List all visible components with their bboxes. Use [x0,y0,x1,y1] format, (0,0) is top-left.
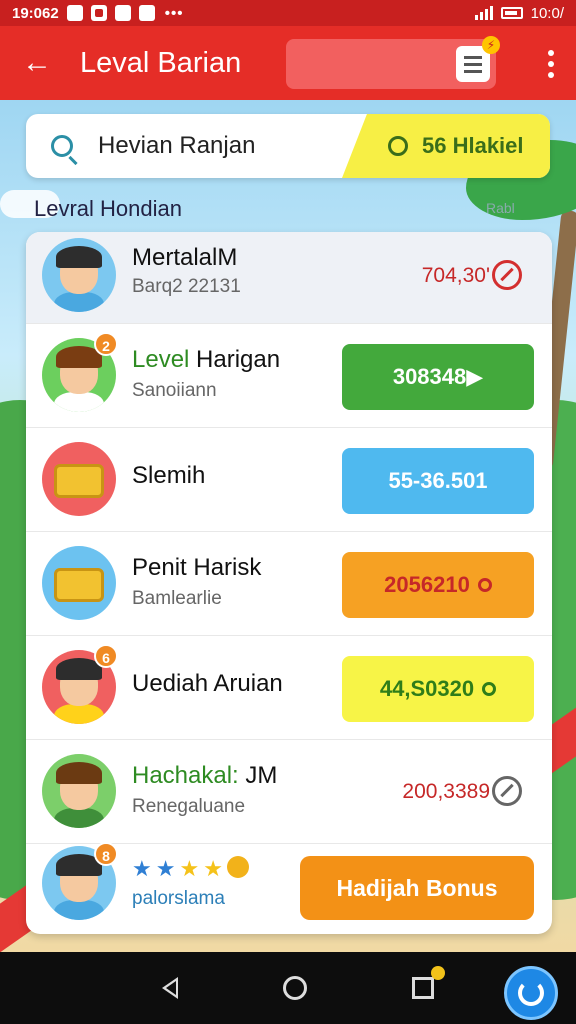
list-item[interactable]: Slemih 55-36.501 [26,428,552,532]
back-icon[interactable] [162,977,179,999]
item-name: Uediah Aruian [132,670,283,697]
section-title: Levral Hondian [34,196,182,221]
signal-icon [474,6,493,20]
play-icon: ▶ [466,364,484,389]
more-notifications: ••• [164,4,184,22]
item-name: Level Harigan [132,346,281,373]
refresh-icon[interactable] [504,966,558,1020]
item-value: 704,30' [421,264,490,287]
value-button[interactable]: 55-36.501 [342,448,534,514]
block-icon[interactable] [492,260,522,290]
battery-icon [500,7,523,19]
app-bar: ← Leval Barian ⚡ [0,26,576,100]
list-item[interactable]: MertalalM Barq2 22131 704,30' [26,232,552,324]
list-item[interactable]: Penit Harisk Bamlearlie 2056210 [26,532,552,636]
search-badge-label: 56 Hlakiel [422,133,524,158]
search-badge[interactable]: 56 Hlakiel [342,114,550,178]
level-list: MertalalM Barq2 22131 704,30' 2 Level Ha… [26,232,552,934]
value-button[interactable]: 308348 ▶ [342,344,534,410]
notification-badge: 8 [94,842,118,866]
status-bar: 19:062 ••• 10:0/ [0,0,576,26]
document-icon[interactable]: ⚡ [456,36,500,82]
avatar [42,546,116,620]
list-item[interactable]: Hachakal: JM Renegaluane 200,3389 [26,740,552,844]
search-bar[interactable]: Hevian Ranjan 56 Hlakiel [26,114,550,178]
avatar [42,238,116,312]
circle-icon [477,578,492,592]
circle-icon [482,682,497,696]
item-subtitle: palorslama [132,888,225,909]
item-value: 200,3389 [402,780,490,803]
notification-badge: 6 [94,644,118,668]
list-item[interactable]: 6 Uediah Aruian 44,S0320 [26,636,552,740]
list-item[interactable]: 2 Level Harigan Sanoiiann 308348 ▶ [26,324,552,428]
section-link[interactable]: Rabl [486,200,515,216]
status-clock: 10:0/ [530,4,564,22]
notification-icon [90,5,107,21]
avatar [42,754,116,828]
navigation-bar [0,952,576,1024]
search-icon [51,135,73,157]
avatar [42,442,116,516]
value-button[interactable]: 44,S0320 [342,656,534,722]
star-rating: ★ ★ ★ ★ [132,856,249,882]
item-name: Slemih [132,462,206,489]
star-icon: ★ [155,856,176,881]
notification-badge: 2 [94,332,118,356]
search-input[interactable]: Hevian Ranjan [98,132,255,160]
item-subtitle: Sanoiiann [132,380,217,401]
notification-icon [114,5,131,21]
value-button[interactable]: 2056210 [342,552,534,618]
back-arrow-icon[interactable]: ← [14,40,60,86]
bonus-button[interactable]: Hadijah Bonus [300,856,534,920]
list-item[interactable]: 8 ★ ★ ★ ★ palorslama Hadijah Bonus [26,842,552,934]
item-subtitle: Barq2 22131 [132,276,241,297]
home-icon[interactable] [282,976,307,1000]
coin-icon [226,856,249,878]
check-circle-icon [388,136,408,156]
block-icon[interactable] [492,776,522,806]
item-name: Hachakal: JM [132,762,278,789]
status-time: 19:062 [12,4,59,22]
notification-icon [66,5,83,21]
more-vert-icon[interactable] [548,50,554,78]
item-subtitle: Bamlearlie [132,588,222,609]
recents-icon[interactable] [411,966,445,999]
star-icon: ★ [132,856,152,881]
notification-icon [138,5,155,21]
item-name: MertalalM [132,244,238,271]
item-subtitle: Renegaluane [132,796,246,817]
page-title: Leval Barian [80,46,242,79]
star-icon: ★ [179,856,200,881]
lightning-icon: ⚡ [482,36,500,54]
star-icon: ★ [203,856,223,881]
item-name: Penit Harisk [132,554,262,581]
